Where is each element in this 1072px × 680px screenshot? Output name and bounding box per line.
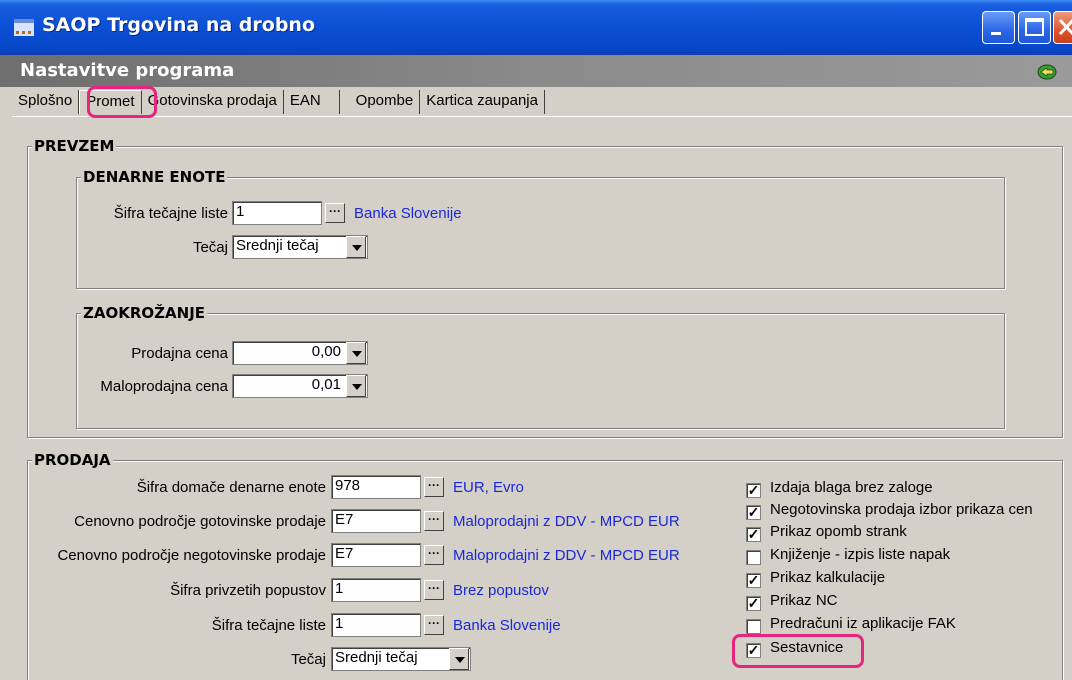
sifra-tecajne-liste-desc: Banka Slovenije (354, 205, 462, 222)
tab-ean[interactable]: EAN (284, 90, 340, 114)
cenovno-podrocje-gotovinske-desc: Maloprodajni z DDV - MPCD EUR (453, 513, 680, 530)
sifra-domace-denarne-enote-desc: EUR, Evro (453, 479, 524, 496)
tab-splosno[interactable]: Splošno (12, 90, 80, 114)
cenovno-podrocje-gotovinske-input[interactable]: E7 (331, 509, 421, 533)
tab-divider (12, 116, 1072, 118)
checkbox-prikaz-opomb-label: Prikaz opomb strank (770, 523, 907, 540)
sifra-tecajne-liste-input[interactable]: 1 (232, 201, 322, 225)
minimize-icon (991, 32, 1001, 35)
cenovno-podrocje-negotovinske-input[interactable]: E7 (331, 543, 421, 567)
highlight-promet-tab (87, 86, 157, 118)
tab-gotovinska-prodaja[interactable]: Gotovinska prodaja (142, 90, 284, 114)
cenovno-podrocje-negotovinske-browse-button[interactable]: ··· (424, 545, 444, 565)
checkbox-negotovinska-prodaja-label: Negotovinska prodaja izbor prikaza cen (770, 501, 1033, 518)
checkbox-prikaz-kalkulacije-label: Prikaz kalkulacije (770, 569, 886, 586)
prodaja-sifra-tecajne-liste-input[interactable]: 1 (331, 613, 421, 637)
cenovno-podrocje-gotovinske-browse-button[interactable]: ··· (424, 511, 444, 531)
prodajna-cena-label: Prodajna cena (131, 345, 228, 362)
maximize-icon (1025, 18, 1044, 36)
close-icon (1058, 18, 1072, 36)
settings-window: SAOP Trgovina na drobno Nastavitve progr… (0, 0, 1072, 680)
checkbox-predracuni[interactable] (746, 619, 761, 634)
sifra-privzetih-popustov-label: Šifra privzetih popustov (170, 582, 326, 599)
sifra-privzetih-popustov-input[interactable]: 1 (331, 578, 421, 602)
prodaja-sifra-tecajne-liste-desc: Banka Slovenije (453, 617, 561, 634)
checkbox-prikaz-kalkulacije[interactable]: ✓ (746, 573, 761, 588)
sifra-tecajne-liste-browse-button[interactable]: ··· (325, 203, 345, 223)
maloprodajna-cena-dropdown-button[interactable] (346, 375, 366, 397)
denarne-enote-legend: DENARNE ENOTE (81, 168, 228, 186)
checkbox-prikaz-opomb[interactable]: ✓ (746, 527, 761, 542)
prodaja-tecaj-label: Tečaj (290, 651, 326, 668)
checkbox-knjizenje[interactable] (746, 550, 761, 565)
highlight-sestavnice (732, 634, 864, 668)
cenovno-podrocje-negotovinske-label: Cenovno področje negotovinske prodaje (57, 547, 326, 564)
prodaja-legend: PRODAJA (32, 451, 113, 469)
checkbox-izdaja-blaga-label: Izdaja blaga brez zaloge (770, 479, 933, 496)
checkbox-prikaz-nc-label: Prikaz NC (770, 592, 838, 609)
maximize-button[interactable] (1018, 11, 1051, 44)
sifra-privzetih-popustov-browse-button[interactable]: ··· (424, 580, 444, 600)
exit-icon[interactable] (1036, 60, 1058, 82)
tab-kartica-zaupanja[interactable]: Kartica zaupanja (420, 90, 545, 114)
sifra-privzetih-popustov-desc: Brez popustov (453, 582, 549, 599)
sifra-domace-denarne-enote-browse-button[interactable]: ··· (424, 477, 444, 497)
cenovno-podrocje-negotovinske-desc: Maloprodajni z DDV - MPCD EUR (453, 547, 680, 564)
dialog-header: Nastavitve programa (0, 55, 1072, 87)
tecaj-label: Tečaj (192, 239, 228, 256)
tab-opombe[interactable]: Opombe (350, 90, 421, 114)
dialog-title: Nastavitve programa (20, 60, 235, 81)
minimize-button[interactable] (982, 11, 1015, 44)
checkbox-negotovinska-prodaja[interactable]: ✓ (746, 505, 761, 520)
zaokrozanje-group: ZAOKROŽANJE (76, 304, 1005, 429)
prevzem-legend: PREVZEM (32, 137, 117, 155)
sifra-domace-denarne-enote-input[interactable]: 978 (331, 475, 421, 499)
cenovno-podrocje-gotovinske-label: Cenovno področje gotovinske prodaje (74, 513, 326, 530)
window-title: SAOP Trgovina na drobno (42, 14, 316, 36)
checkbox-prikaz-nc[interactable]: ✓ (746, 596, 761, 611)
sifra-domace-denarne-enote-label: Šifra domače denarne enote (136, 479, 326, 496)
zaokrozanje-legend: ZAOKROŽANJE (81, 304, 208, 322)
checkbox-knjizenje-label: Knjiženje - izpis liste napak (770, 546, 951, 563)
maloprodajna-cena-label: Maloprodajna cena (100, 378, 228, 395)
sifra-tecajne-liste-label: Šifra tečajne liste (113, 205, 228, 222)
app-icon (14, 19, 34, 36)
title-bar: SAOP Trgovina na drobno (0, 0, 1072, 55)
tecaj-dropdown-button[interactable] (346, 236, 366, 258)
close-button[interactable] (1053, 11, 1072, 44)
prodaja-sifra-tecajne-liste-label: Šifra tečajne liste (211, 617, 326, 634)
prodaja-sifra-tecajne-liste-browse-button[interactable]: ··· (424, 615, 444, 635)
prodajna-cena-dropdown-button[interactable] (346, 342, 366, 364)
checkbox-predracuni-label: Predračuni iz aplikacije FAK (770, 615, 956, 632)
prodaja-tecaj-dropdown-button[interactable] (449, 648, 469, 670)
checkbox-izdaja-blaga[interactable]: ✓ (746, 483, 761, 498)
denarne-enote-group: DENARNE ENOTE (76, 168, 1005, 289)
